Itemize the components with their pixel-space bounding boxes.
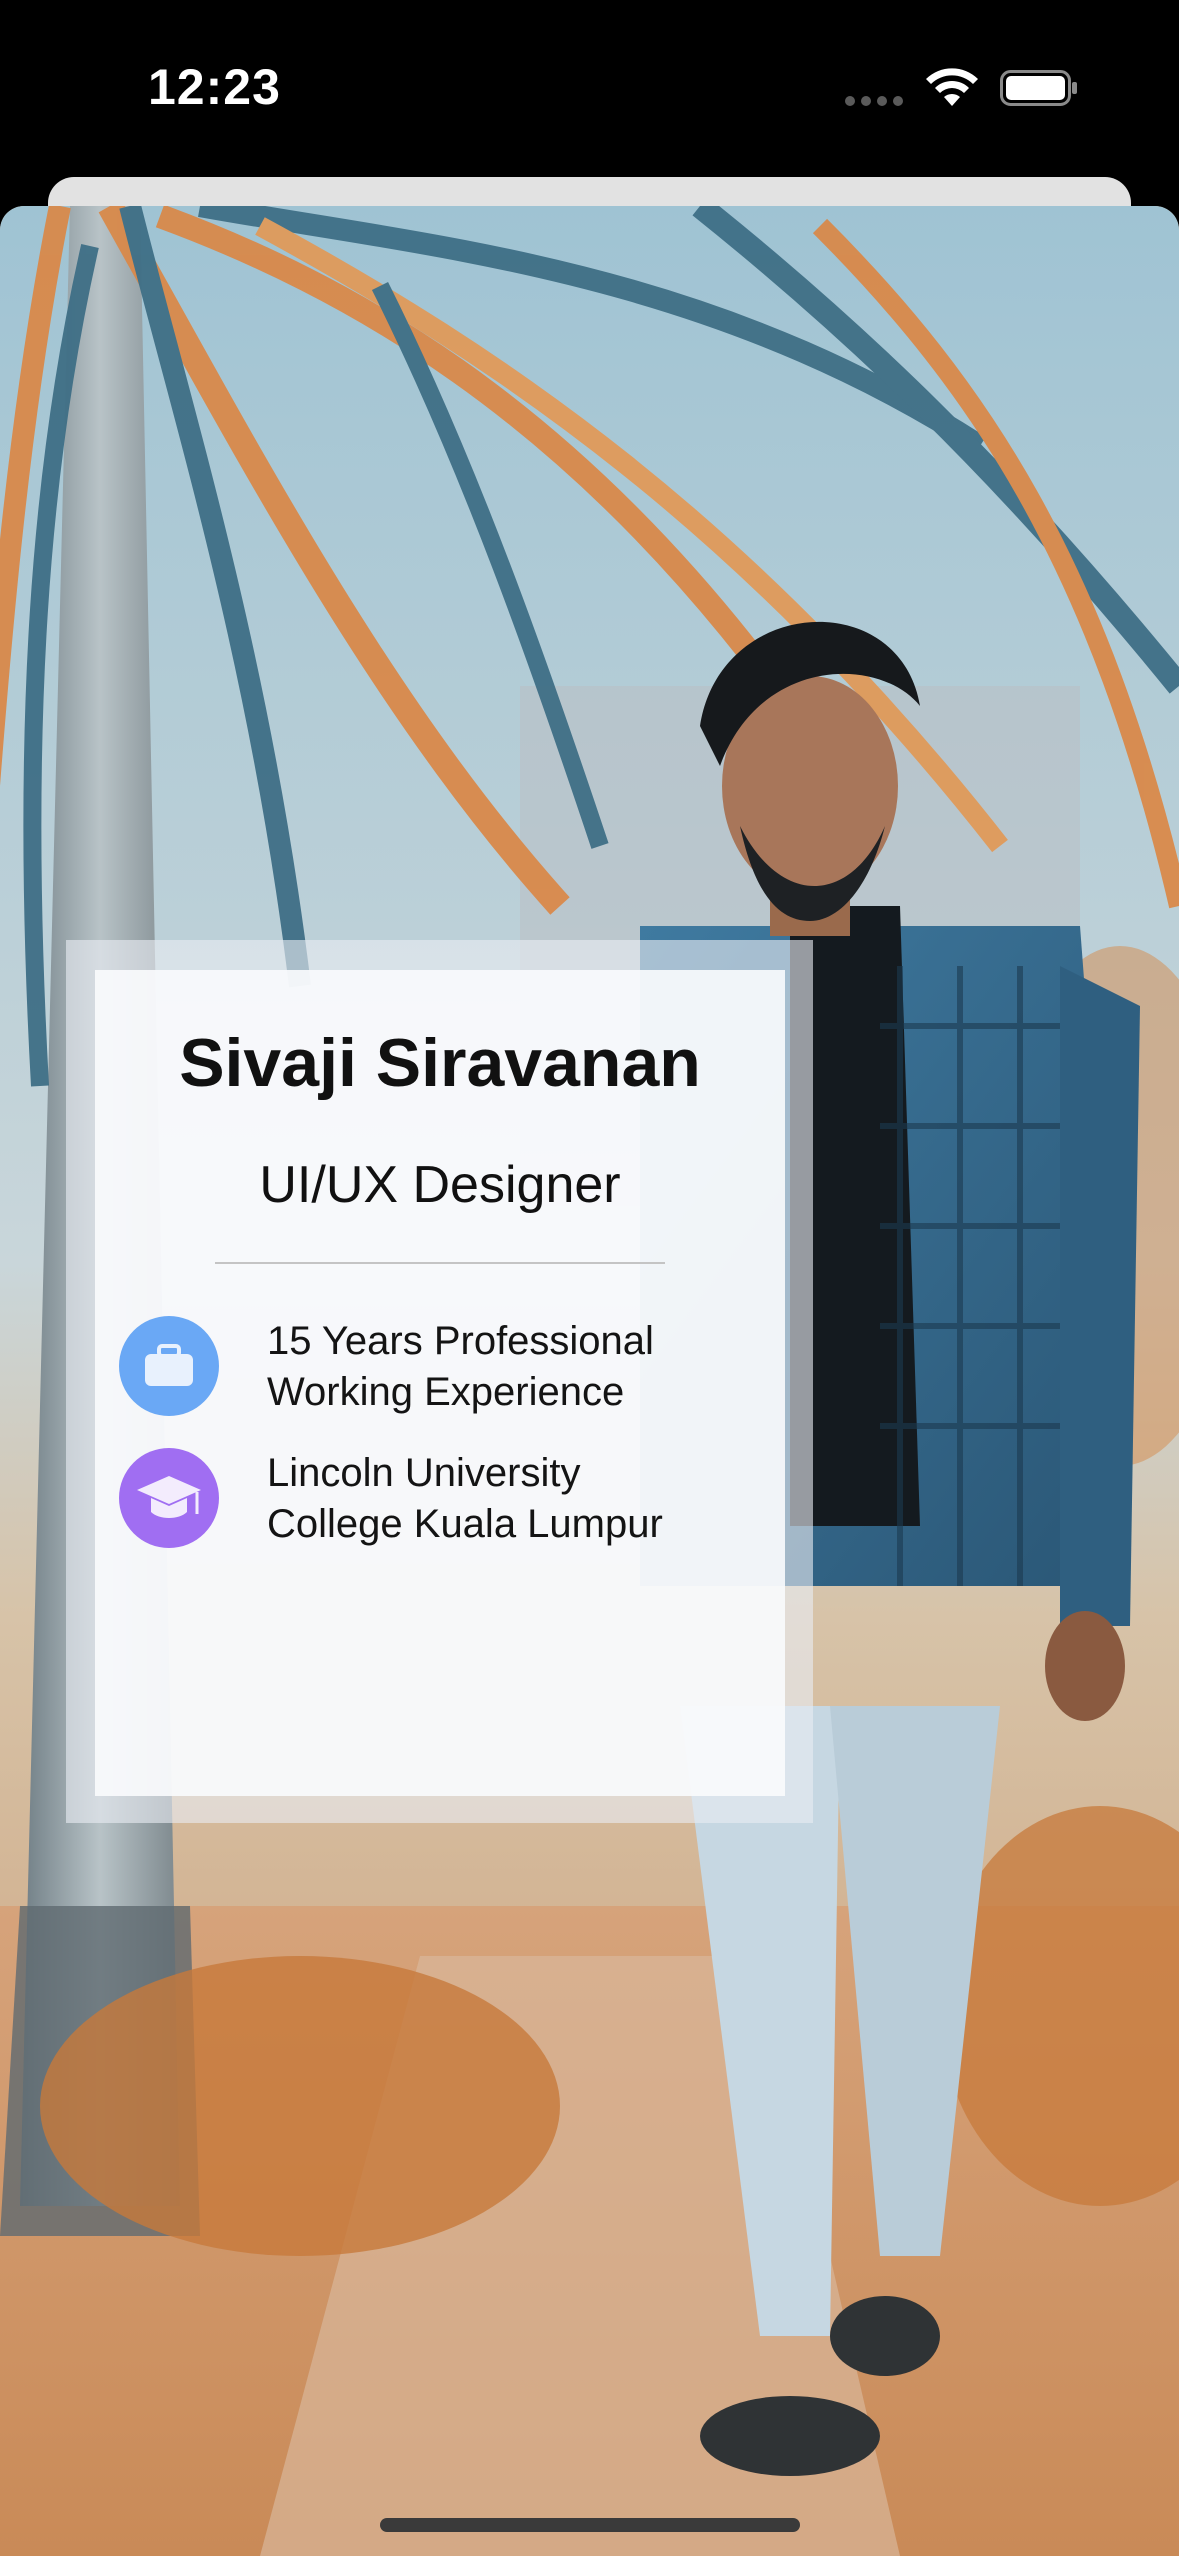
- briefcase-icon: [119, 1316, 219, 1416]
- education-row: Lincoln University College Kuala Lumpur: [119, 1448, 759, 1558]
- battery-icon: [1000, 70, 1077, 106]
- experience-line-1: 15 Years Professional: [267, 1319, 654, 1363]
- education-line-1: Lincoln University: [267, 1451, 581, 1495]
- profile-name: Sivaji Siravanan: [179, 1025, 701, 1101]
- divider: [215, 1262, 665, 1264]
- home-indicator[interactable]: [380, 2518, 800, 2532]
- graduation-cap-icon: [119, 1448, 219, 1548]
- education-text: Lincoln University College Kuala Lumpur: [267, 1448, 767, 1550]
- experience-line-2: Working Experience: [267, 1370, 625, 1414]
- profile-role: UI/UX Designer: [259, 1156, 621, 1214]
- status-time: 12:23: [148, 59, 281, 115]
- wifi-icon: [926, 68, 978, 106]
- experience-row: 15 Years Professional Working Experience: [119, 1316, 759, 1426]
- profile-card: Sivaji Siravanan UI/UX Designer 15 Years…: [95, 970, 785, 1796]
- status-bar: 12:23: [0, 0, 1179, 176]
- education-line-2: College Kuala Lumpur: [267, 1502, 663, 1546]
- signal-dots-icon: [845, 96, 905, 106]
- experience-text: 15 Years Professional Working Experience: [267, 1316, 767, 1418]
- app-screen: 12:23 Sivaji Siravanan UI/UX Designer 15…: [0, 0, 1179, 2556]
